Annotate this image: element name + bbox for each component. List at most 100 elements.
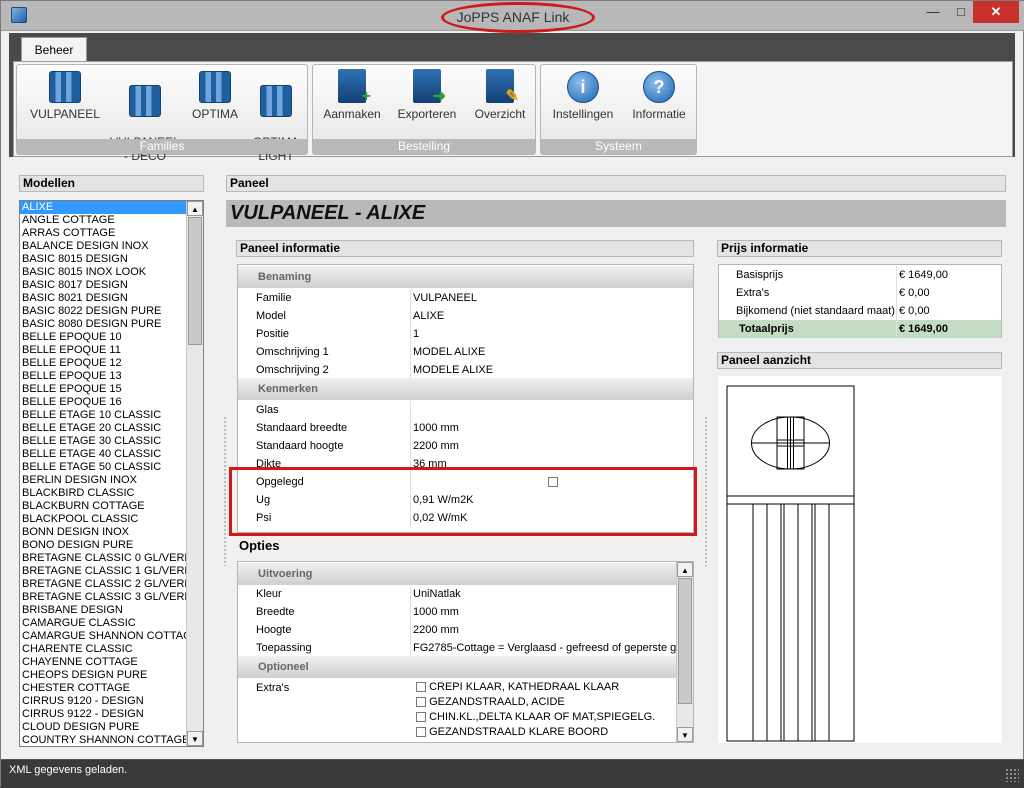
model-list-item[interactable]: BASIC 8022 DESIGN PURE [20, 305, 186, 318]
model-list-item[interactable]: BRISBANE DESIGN [20, 604, 186, 617]
model-list-item[interactable]: BELLE EPOQUE 10 [20, 331, 186, 344]
extra-checkbox[interactable] [416, 697, 426, 708]
model-list-item[interactable]: BELLE ETAGE 40 CLASSIC [20, 448, 186, 461]
property-row[interactable]: Toepassing FG2785-Cottage = Verglaasd - g… [238, 639, 676, 657]
vulpaneel-deco-button[interactable]: VULPANEEL - DECO [105, 69, 185, 177]
model-list-item[interactable]: BERLIN DESIGN INOX [20, 474, 186, 487]
model-list-item[interactable]: CIRRUS 9122 - DESIGN [20, 708, 186, 721]
opties-scrollbar[interactable]: ▲ ▼ [676, 562, 693, 742]
model-list-item[interactable]: BRETAGNE CLASSIC 1 GL/VERRE [20, 565, 186, 578]
model-list-item[interactable]: BONO DESIGN PURE [20, 539, 186, 552]
exporteren-button[interactable]: ➜ Exporteren [391, 69, 463, 121]
category-benaming[interactable]: Benaming [238, 266, 693, 288]
scroll-thumb[interactable] [678, 578, 692, 704]
model-list-item[interactable]: BASIC 8017 DESIGN [20, 279, 186, 292]
title-highlight-ellipse [441, 2, 595, 33]
document-add-icon: + [338, 69, 371, 105]
model-list-item[interactable]: CHARENTE CLASSIC [20, 643, 186, 656]
category-uitvoering[interactable]: Uitvoering [238, 563, 676, 585]
model-list-item[interactable]: BASIC 8015 INOX LOOK [20, 266, 186, 279]
model-list-item[interactable]: BRETAGNE CLASSIC 0 GL/VERRE [20, 552, 186, 565]
extra-checkbox[interactable] [416, 712, 426, 723]
model-list-item[interactable]: CAMARGUE SHANNON COTTAGE [20, 630, 186, 643]
model-list-item[interactable]: BONN DESIGN INOX [20, 526, 186, 539]
model-list-item[interactable]: BELLE EPOQUE 11 [20, 344, 186, 357]
property-row[interactable]: Standaard hoogte 2200 mm [238, 437, 693, 455]
extra-checkbox[interactable] [416, 682, 426, 693]
model-list-item[interactable]: BELLE EPOQUE 16 [20, 396, 186, 409]
extra-option[interactable]: CHIN.KL.,DELTA KLAAR OF MAT,SPIEGELG. [416, 710, 676, 725]
instellingen-button[interactable]: i Instellingen [545, 69, 621, 121]
model-list-item[interactable]: BELLE EPOQUE 12 [20, 357, 186, 370]
model-list-item[interactable]: BELLE ETAGE 10 CLASSIC [20, 409, 186, 422]
property-row[interactable]: Hoogte 2200 mm [238, 621, 676, 639]
model-list-item[interactable]: ALIXE [20, 201, 186, 214]
scroll-down-icon[interactable]: ▼ [677, 727, 693, 742]
extra-option[interactable]: GEZANDSTRAALD, ACIDE [416, 695, 676, 710]
maximize-button[interactable]: □ [947, 1, 975, 23]
model-list-item[interactable]: BELLE ETAGE 30 CLASSIC [20, 435, 186, 448]
price-row: Basisprijs € 1649,00 [719, 266, 1001, 284]
model-list-item[interactable]: BRETAGNE CLASSIC 3 GL/VERRE [20, 591, 186, 604]
model-list-item[interactable]: BALANCE DESIGN INOX [20, 240, 186, 253]
minimize-button[interactable]: — [919, 1, 947, 23]
model-list-item[interactable]: CLOUD DESIGN PURE [20, 721, 186, 734]
model-list-item[interactable]: CHESTER COTTAGE [20, 682, 186, 695]
property-row[interactable]: Standaard breedte 1000 mm [238, 419, 693, 437]
extra-checkbox[interactable] [416, 727, 426, 738]
model-list-item[interactable]: CAMARGUE CLASSIC [20, 617, 186, 630]
scroll-up-icon[interactable]: ▲ [677, 562, 693, 577]
model-list-item[interactable]: BELLE ETAGE 50 CLASSIC [20, 461, 186, 474]
models-scrollbar[interactable]: ▲ ▼ [186, 201, 203, 746]
property-row[interactable]: Omschrijving 2 MODELE ALIXE [238, 361, 693, 379]
property-row[interactable]: Omschrijving 1 MODEL ALIXE [238, 343, 693, 361]
category-kenmerken[interactable]: Kenmerken [238, 378, 693, 400]
property-row[interactable]: Kleur UniNatlak [238, 585, 676, 603]
model-list-item[interactable]: COUNTRY SHANNON COTTAGE [20, 734, 186, 746]
model-list-item[interactable]: BLACKPOOL CLASSIC [20, 513, 186, 526]
scroll-thumb[interactable] [188, 217, 202, 345]
model-list-item[interactable]: ANGLE COTTAGE [20, 214, 186, 227]
resize-grip-icon[interactable] [1005, 768, 1019, 782]
document-export-icon: ➜ [413, 69, 446, 105]
tab-beheer[interactable]: Beheer [21, 37, 87, 62]
optima-light-button[interactable]: OPTIMA LIGHT [245, 69, 307, 177]
model-list-item[interactable]: BLACKBURN COTTAGE [20, 500, 186, 513]
scroll-up-icon[interactable]: ▲ [187, 201, 203, 216]
property-name: Positie [256, 328, 290, 340]
vulpaneel-button[interactable]: VULPANEEL [25, 69, 105, 121]
informatie-button[interactable]: ? Informatie [623, 69, 695, 121]
aanmaken-button[interactable]: + Aanmaken [317, 69, 387, 121]
model-list-item[interactable]: BRETAGNE CLASSIC 2 GL/VERRE [20, 578, 186, 591]
extra-option[interactable]: GEZANDSTRAALD KLARE BOORD [416, 725, 676, 740]
model-list-item[interactable]: BELLE ETAGE 20 CLASSIC [20, 422, 186, 435]
overzicht-button[interactable]: ✎ Overzicht [465, 69, 535, 121]
price-row: Extra's € 0,00 [719, 284, 1001, 302]
splitter-grip[interactable] [223, 416, 227, 566]
property-row[interactable]: Familie VULPANEEL [238, 289, 693, 307]
scroll-down-icon[interactable]: ▼ [187, 731, 203, 746]
property-row[interactable]: Positie 1 [238, 325, 693, 343]
category-optioneel[interactable]: Optioneel [238, 656, 676, 678]
model-list-item[interactable]: BASIC 8015 DESIGN [20, 253, 186, 266]
splitter-grip[interactable] [704, 416, 708, 566]
property-row[interactable]: Breedte 1000 mm [238, 603, 676, 621]
model-list-item[interactable]: BELLE EPOQUE 13 [20, 370, 186, 383]
model-list-item[interactable]: CIRRUS 9120 - DESIGN [20, 695, 186, 708]
property-value: MODELE ALIXE [413, 364, 494, 376]
optima-button[interactable]: OPTIMA [185, 69, 245, 121]
extra-option[interactable]: CREPI KLAAR, KATHEDRAAL KLAAR [416, 680, 676, 695]
property-row[interactable]: Model ALIXE [238, 307, 693, 325]
model-list-item[interactable]: CHAYENNE COTTAGE [20, 656, 186, 669]
paneel-info-header: Paneel informatie [236, 240, 694, 257]
property-name: Breedte [256, 606, 295, 618]
model-list-item[interactable]: BASIC 8021 DESIGN [20, 292, 186, 305]
models-list[interactable]: ALIXE ANGLE COTTAGE ARRAS COTTAGE BALANCE D… [19, 200, 204, 747]
close-button[interactable]: ✕ [973, 1, 1019, 23]
model-list-item[interactable]: BLACKBIRD CLASSIC [20, 487, 186, 500]
model-list-item[interactable]: BASIC 8080 DESIGN PURE [20, 318, 186, 331]
model-list-item[interactable]: ARRAS COTTAGE [20, 227, 186, 240]
model-list-item[interactable]: CHEOPS DESIGN PURE [20, 669, 186, 682]
model-list-item[interactable]: BELLE EPOQUE 15 [20, 383, 186, 396]
property-row[interactable]: Glas [238, 401, 693, 419]
